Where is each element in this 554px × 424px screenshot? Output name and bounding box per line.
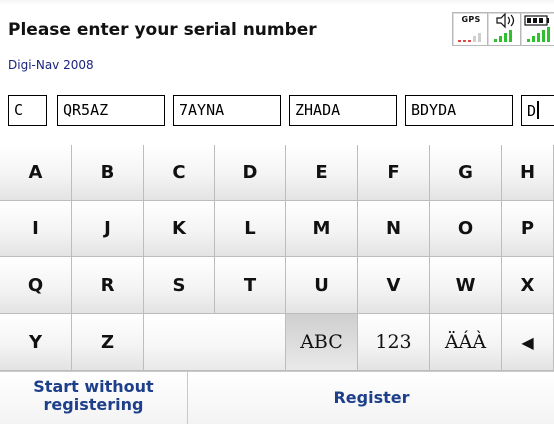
- key-r[interactable]: R: [72, 257, 144, 314]
- key-p[interactable]: P: [502, 201, 554, 257]
- key-o[interactable]: O: [430, 201, 502, 257]
- start-button-line-1: Start without: [33, 377, 154, 396]
- key-abc-mode[interactable]: ABC: [286, 314, 358, 371]
- serial-field-3[interactable]: 7AYNA: [173, 95, 281, 126]
- key-a[interactable]: A: [0, 145, 72, 201]
- keyboard: A B C D E F G H I J K L M N O P Q R S T …: [0, 145, 554, 371]
- status-indicators: GPS: [452, 12, 554, 46]
- key-q[interactable]: Q: [0, 257, 72, 314]
- backspace-icon[interactable]: ◀: [502, 314, 554, 371]
- speaker-icon: [494, 13, 515, 42]
- key-m[interactable]: M: [286, 201, 358, 257]
- serial-field-5[interactable]: BDYDA: [405, 95, 513, 126]
- serial-field-4[interactable]: ZHADA: [289, 95, 397, 126]
- gps-indicator: GPS: [452, 12, 490, 46]
- key-j[interactable]: J: [72, 201, 144, 257]
- key-u[interactable]: U: [286, 257, 358, 314]
- key-x[interactable]: X: [502, 257, 554, 314]
- key-numeric-mode[interactable]: 123: [358, 314, 430, 371]
- key-e[interactable]: E: [286, 145, 358, 201]
- battery-indicator: [520, 12, 554, 46]
- key-z[interactable]: Z: [72, 314, 144, 371]
- key-w[interactable]: W: [430, 257, 502, 314]
- battery-icon: [524, 15, 550, 42]
- volume-indicator: [487, 12, 523, 46]
- key-d[interactable]: D: [215, 145, 286, 201]
- key-b[interactable]: B: [72, 145, 144, 201]
- key-c[interactable]: C: [144, 145, 215, 201]
- top-border: [0, 0, 554, 6]
- key-k[interactable]: K: [144, 201, 215, 257]
- app-name: Digi-Nav 2008: [8, 58, 94, 72]
- key-h[interactable]: H: [502, 145, 554, 201]
- key-y[interactable]: Y: [0, 314, 72, 371]
- bottom-bar: Start without registering Register: [0, 371, 554, 424]
- register-button[interactable]: Register: [189, 372, 554, 424]
- key-v[interactable]: V: [358, 257, 430, 314]
- start-button-line-2: registering: [43, 395, 144, 414]
- key-accent-mode[interactable]: ÄÁÀ: [430, 314, 502, 371]
- gps-signal-icon: [458, 33, 481, 42]
- text-cursor: [537, 101, 540, 119]
- key-space[interactable]: [144, 314, 286, 371]
- serial-field-6-value: D: [527, 102, 537, 120]
- key-t[interactable]: T: [215, 257, 286, 314]
- key-i[interactable]: I: [0, 201, 72, 257]
- key-n[interactable]: N: [358, 201, 430, 257]
- key-f[interactable]: F: [358, 145, 430, 201]
- page-title: Please enter your serial number: [8, 20, 317, 40]
- start-without-registering-button[interactable]: Start without registering: [0, 372, 188, 424]
- serial-field-6[interactable]: D: [521, 95, 554, 126]
- key-s[interactable]: S: [144, 257, 215, 314]
- serial-field-2[interactable]: QR5AZ: [57, 95, 165, 126]
- key-g[interactable]: G: [430, 145, 502, 201]
- serial-field-1[interactable]: C: [8, 95, 47, 126]
- key-l[interactable]: L: [215, 201, 286, 257]
